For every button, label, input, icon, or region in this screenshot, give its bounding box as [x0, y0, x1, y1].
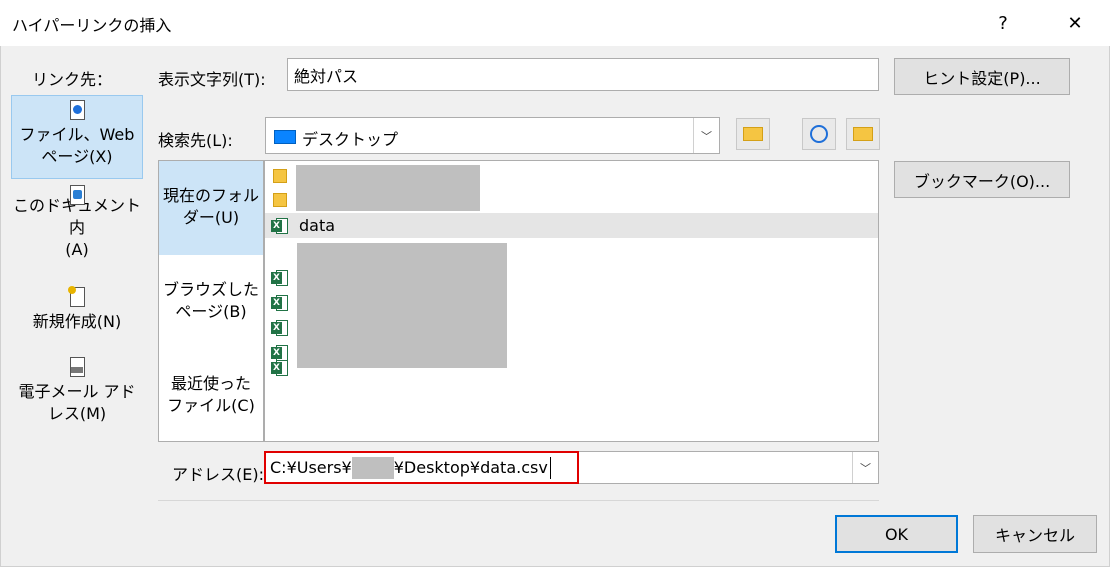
- address-input-highlight[interactable]: C:¥Users¥ ¥Desktop¥data.csv: [264, 451, 579, 484]
- link-to-label: リンク先：: [32, 70, 113, 89]
- web-file-icon: [67, 100, 87, 124]
- display-text-value: 絶対パス: [294, 67, 359, 86]
- excel-file-icon: X: [271, 319, 289, 337]
- link-to-email[interactable]: 電子メール アド レス(M): [11, 353, 143, 433]
- link-to-this-document-line2: (A): [65, 240, 89, 259]
- scope-nav: 現在のフォル ダー(U) ブラウズした ページ(B) 最近使った ファイル(C): [158, 160, 264, 442]
- excel-file-icon: X: [271, 217, 289, 235]
- look-in-value: デスクトップ: [302, 130, 399, 149]
- help-button[interactable]: ?: [980, 0, 1026, 46]
- link-to-email-line2: レス(M): [47, 404, 107, 423]
- link-to-this-document[interactable]: このドキュメント内 (A): [11, 181, 143, 261]
- file-list[interactable]: X data X X X X X: [264, 160, 879, 442]
- redaction-box: [297, 243, 507, 368]
- window-title: ハイパーリンクの挿入: [12, 16, 172, 35]
- look-in-label: 検索先(L):: [158, 131, 233, 150]
- look-in-combobox[interactable]: デスクトップ ﹀: [265, 117, 720, 154]
- address-value-end: ¥Desktop¥data.csv: [393, 458, 548, 477]
- document-place-icon: [67, 185, 87, 205]
- link-to-web-file[interactable]: ファイル、Web ページ(X): [11, 95, 143, 179]
- address-value-start: C:¥Users¥: [270, 458, 352, 477]
- display-text-input[interactable]: 絶対パス: [287, 58, 879, 91]
- redaction-box: [351, 456, 394, 479]
- close-button[interactable]: ✕: [1052, 0, 1098, 46]
- scope-browsed-pages-line1: ブラウズした: [162, 280, 259, 299]
- chevron-down-icon[interactable]: ﹀: [852, 452, 878, 483]
- up-folder-button[interactable]: [736, 118, 770, 150]
- link-to-new-document-line1: 新規作成(N): [32, 312, 122, 331]
- scope-browsed-pages[interactable]: ブラウズした ページ(B): [159, 279, 263, 329]
- chevron-down-icon[interactable]: ﹀: [693, 118, 719, 153]
- ok-button[interactable]: OK: [835, 515, 958, 553]
- excel-file-icon: X: [271, 359, 289, 377]
- scope-current-folder-line2: ダー(U): [182, 208, 240, 227]
- bookmark-button[interactable]: ブックマーク(O)...: [894, 161, 1070, 198]
- file-row[interactable]: X data: [265, 213, 878, 238]
- scope-recent-files[interactable]: 最近使った ファイル(C): [159, 373, 263, 423]
- file-name: data: [299, 216, 336, 235]
- scope-browsed-pages-line2: ページ(B): [175, 302, 247, 321]
- link-to-nav: ファイル、Web ページ(X) このドキュメント内 (A) 新規作成(N) 電子…: [11, 95, 143, 440]
- link-to-email-line1: 電子メール アド: [18, 382, 136, 401]
- text-cursor: [549, 456, 551, 479]
- scope-current-folder-line1: 現在のフォル: [162, 186, 259, 205]
- globe-search-icon: [810, 125, 828, 143]
- link-to-new-document[interactable]: 新規作成(N): [11, 283, 143, 343]
- new-document-icon: [67, 286, 87, 311]
- folder-open-icon: [853, 127, 873, 141]
- scope-recent-files-line2: ファイル(C): [167, 396, 255, 415]
- folder-up-icon: [743, 127, 763, 141]
- folder-icon: [273, 168, 287, 183]
- excel-file-icon: X: [271, 269, 289, 287]
- folder-icon: [273, 192, 287, 207]
- screen-tip-button[interactable]: ヒント設定(P)...: [894, 58, 1070, 95]
- browse-file-button[interactable]: [846, 118, 880, 150]
- email-icon: [67, 357, 87, 381]
- redaction-box: [296, 165, 480, 211]
- link-to-web-file-line1: ファイル、Web: [19, 125, 135, 144]
- desktop-icon: [274, 130, 296, 144]
- scope-recent-files-line1: 最近使った: [170, 374, 251, 393]
- cancel-button[interactable]: キャンセル: [973, 515, 1097, 553]
- scope-current-folder[interactable]: 現在のフォル ダー(U): [159, 161, 263, 255]
- divider: [158, 500, 879, 501]
- excel-file-icon: X: [271, 294, 289, 312]
- link-to-web-file-line2: ページ(X): [41, 147, 113, 166]
- display-text-label: 表示文字列(T):: [158, 70, 266, 89]
- title-bar: ハイパーリンクの挿入 ? ✕: [0, 0, 1110, 46]
- browse-web-button[interactable]: [802, 118, 836, 150]
- address-label: アドレス(E):: [172, 465, 264, 484]
